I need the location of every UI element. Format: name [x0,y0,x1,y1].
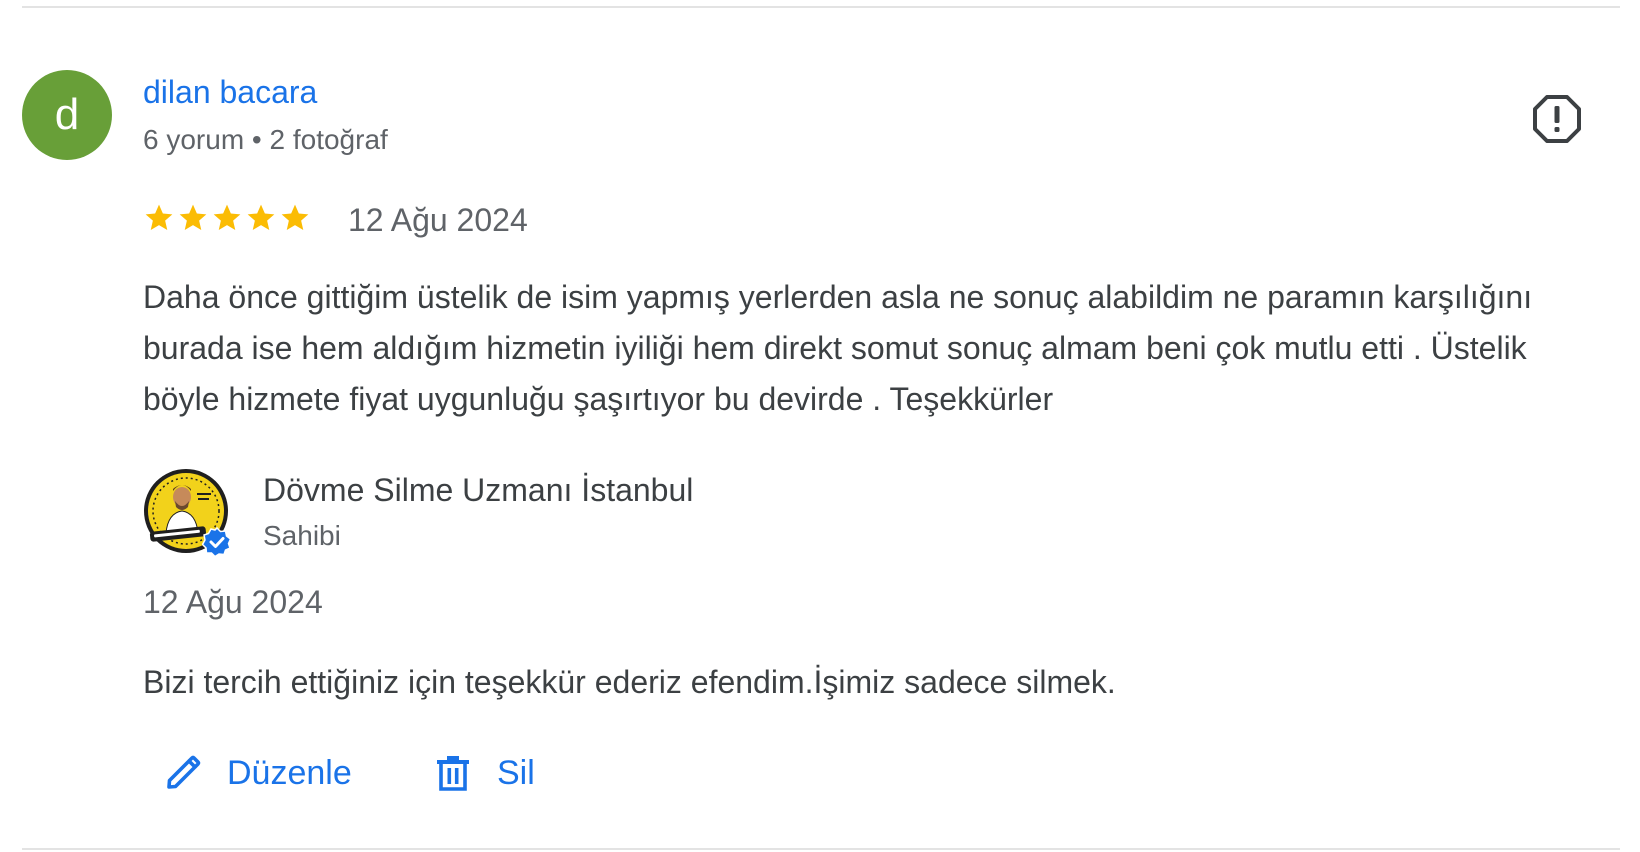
star-icon [179,204,207,230]
review-date: 12 Ağu 2024 [348,202,528,238]
owner-avatar [142,467,234,559]
star-icon [213,204,241,230]
bottom-divider [22,848,1620,850]
owner-name: Dövme Silme Uzmanı İstanbul [263,472,694,508]
star-icon [281,204,309,230]
star-icon [145,204,173,230]
star-rating [143,202,311,238]
reviewer-name-link[interactable]: dilan bacara [143,74,317,111]
trash-icon [437,756,469,791]
top-divider [22,6,1620,8]
star-icon [247,204,275,230]
reply-date: 12 Ağu 2024 [143,584,323,620]
report-button[interactable] [1532,94,1582,144]
reviewer-initial: d [54,90,80,139]
reply-text: Bizi tercih ettiğiniz için teşekkür eder… [143,664,1116,700]
delete-reply-button[interactable]: Sil [433,748,535,798]
edit-label: Düzenle [227,753,352,792]
reviewer-meta: 6 yorum • 2 fotoğraf [143,124,388,155]
delete-label: Sil [497,753,535,792]
review-text: Daha önce gittiğim üstelik de isim yapmı… [143,279,1533,417]
edit-reply-button[interactable]: Düzenle [163,748,352,798]
verified-check-icon [202,527,232,557]
owner-role: Sahibi [263,520,341,551]
reviewer-avatar[interactable]: d [22,70,112,160]
pencil-icon [167,755,201,789]
report-flag-icon [1533,95,1581,143]
